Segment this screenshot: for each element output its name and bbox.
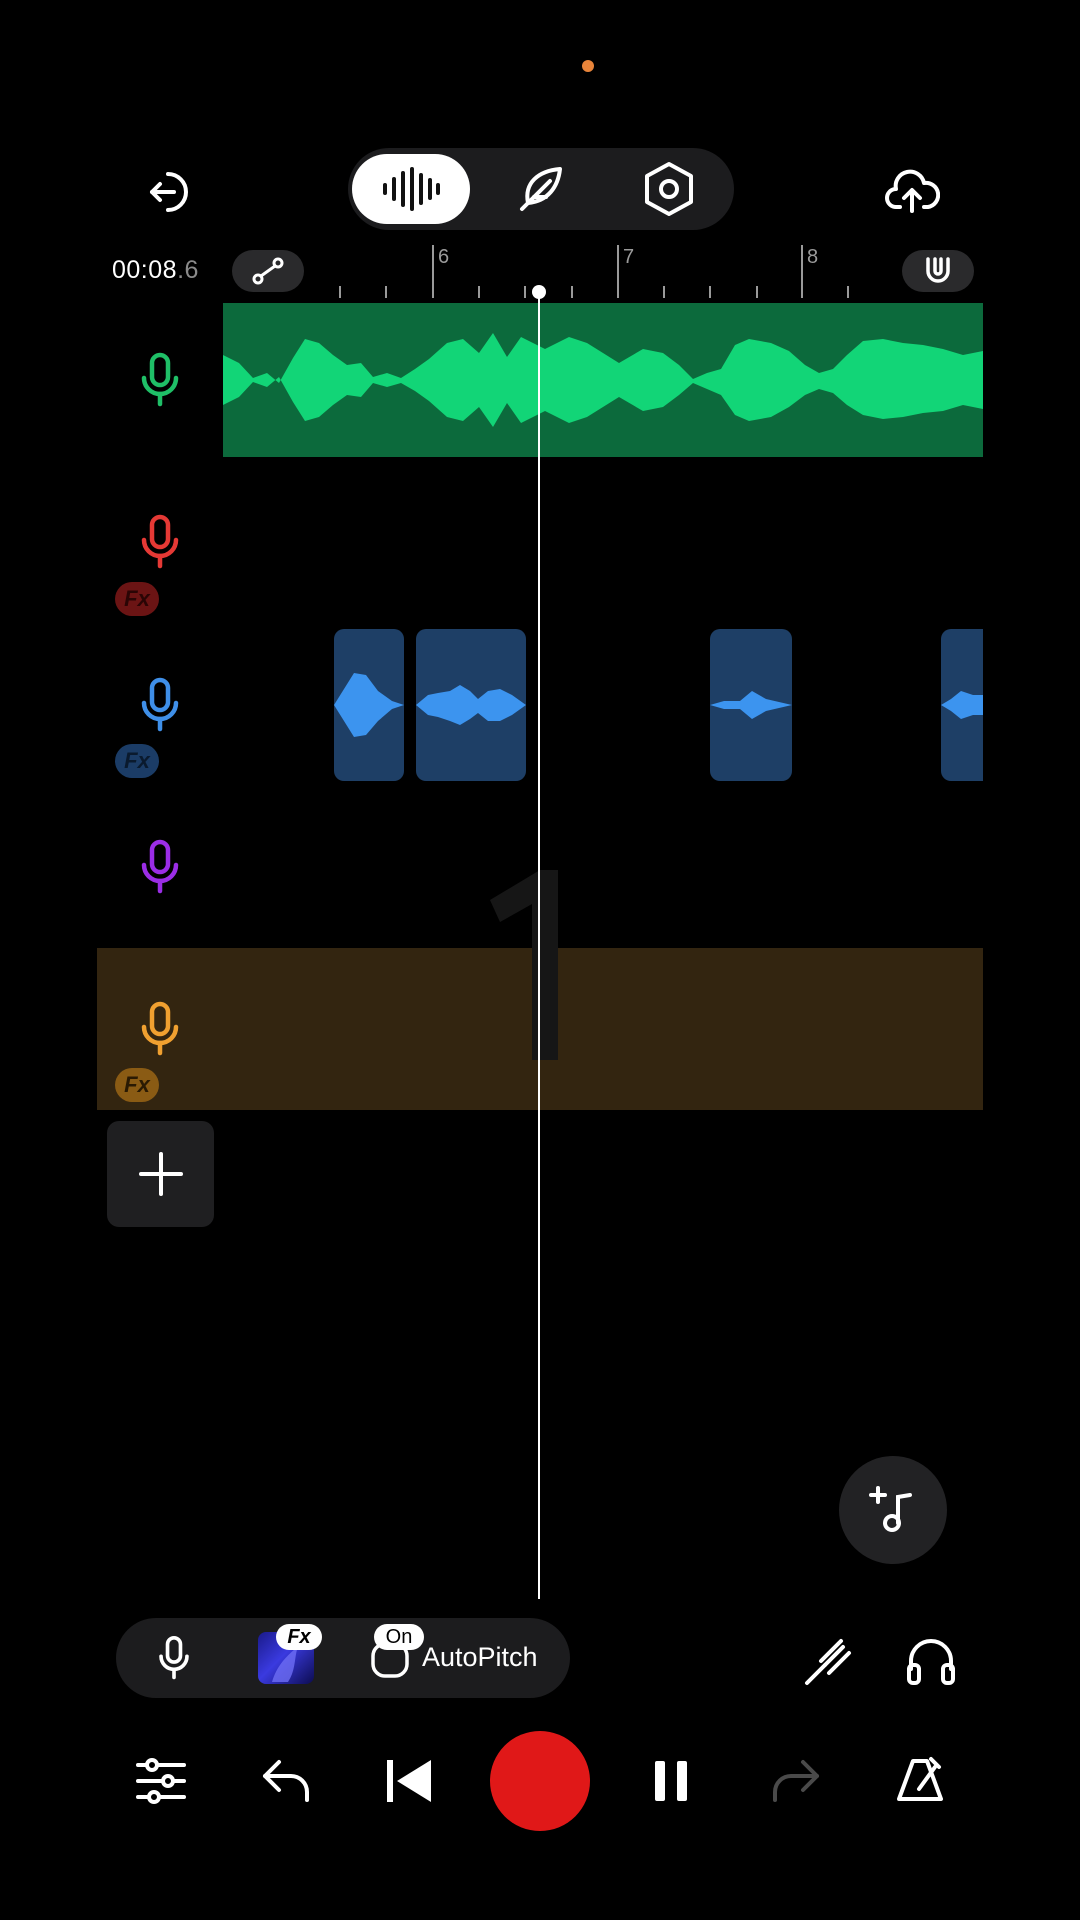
track-5-fx-badge[interactable]: Fx xyxy=(115,1068,159,1102)
exit-button[interactable] xyxy=(138,160,202,224)
feather-icon xyxy=(520,167,562,211)
ruler-label-6: 6 xyxy=(438,246,450,268)
timeline-ruler[interactable] xyxy=(320,245,890,300)
playhead-handle[interactable] xyxy=(532,285,546,299)
mic-icon xyxy=(159,1635,189,1680)
track-5-mic-button[interactable] xyxy=(125,994,195,1064)
undo-button[interactable] xyxy=(256,1750,318,1812)
track-1-clip[interactable] xyxy=(223,303,983,457)
waveform-icon xyxy=(383,167,440,211)
track-3-clip-3[interactable] xyxy=(710,629,792,781)
track-3-fx-badge[interactable]: Fx xyxy=(115,744,159,778)
playhead-time: 00:08.6 xyxy=(112,256,199,284)
playhead-line[interactable] xyxy=(538,292,540,1599)
mic-icon xyxy=(141,1001,179,1056)
effect-fx-badge: Fx xyxy=(276,1624,322,1650)
mic-icon xyxy=(141,514,179,569)
tuning-fork-icon xyxy=(805,1639,851,1685)
automation-curve-icon xyxy=(252,257,284,285)
tab-feather[interactable] xyxy=(500,154,580,224)
upload-button[interactable] xyxy=(880,160,944,224)
track-4-mic-button[interactable] xyxy=(125,832,195,902)
clip-waveform xyxy=(223,333,983,427)
magnet-icon xyxy=(926,257,950,283)
notification-dot xyxy=(582,60,594,72)
track-2-fx-badge[interactable]: Fx xyxy=(115,582,159,616)
undo-icon xyxy=(263,1760,309,1802)
skip-back-button[interactable] xyxy=(378,1750,440,1812)
add-music-button[interactable] xyxy=(839,1456,947,1564)
track-3-clip-2[interactable] xyxy=(416,629,526,781)
ruler-label-7: 7 xyxy=(623,246,635,268)
record-button[interactable] xyxy=(490,1731,590,1831)
tab-waveform[interactable] xyxy=(352,154,470,224)
autopitch-on-badge: On xyxy=(374,1624,424,1650)
tuner-button[interactable] xyxy=(800,1632,858,1690)
automation-button[interactable] xyxy=(232,250,304,292)
count-in-watermark xyxy=(490,870,558,1060)
metronome-icon xyxy=(897,1757,943,1801)
hexagon-settings-icon xyxy=(645,162,693,216)
headphones-button[interactable] xyxy=(900,1630,962,1692)
mic-icon xyxy=(141,677,179,732)
mic-icon xyxy=(141,352,179,407)
pause-icon xyxy=(655,1761,687,1801)
snap-magnet-button[interactable] xyxy=(902,250,974,292)
pause-button[interactable] xyxy=(640,1750,702,1812)
headphones-icon xyxy=(907,1639,955,1685)
mic-icon xyxy=(141,839,179,894)
track-3-clip-4[interactable] xyxy=(941,629,983,781)
ruler-label-8: 8 xyxy=(807,246,819,268)
add-music-icon xyxy=(869,1486,912,1532)
redo-icon xyxy=(773,1760,819,1802)
mixer-button[interactable] xyxy=(130,1750,192,1812)
clip-waveform xyxy=(941,691,983,719)
track-2-mic-button[interactable] xyxy=(125,507,195,577)
clip-waveform xyxy=(334,673,404,737)
autopitch-label[interactable]: AutoPitch xyxy=(422,1642,538,1673)
skip-back-icon xyxy=(387,1760,431,1802)
track-3-mic-button[interactable] xyxy=(125,670,195,740)
exit-icon xyxy=(150,172,188,212)
redo-button[interactable] xyxy=(764,1750,826,1812)
input-mic-button[interactable] xyxy=(146,1630,202,1686)
metronome-button[interactable] xyxy=(888,1748,952,1812)
track-3-clip-1[interactable] xyxy=(334,629,404,781)
clip-waveform xyxy=(710,691,792,719)
mixer-sliders-icon xyxy=(136,1758,186,1804)
plus-icon xyxy=(138,1152,183,1196)
cloud-upload-icon xyxy=(885,169,940,213)
track-1-mic-button[interactable] xyxy=(125,345,195,415)
add-track-button[interactable] xyxy=(107,1121,214,1227)
clip-waveform xyxy=(416,685,526,725)
tab-settings[interactable] xyxy=(628,154,710,224)
